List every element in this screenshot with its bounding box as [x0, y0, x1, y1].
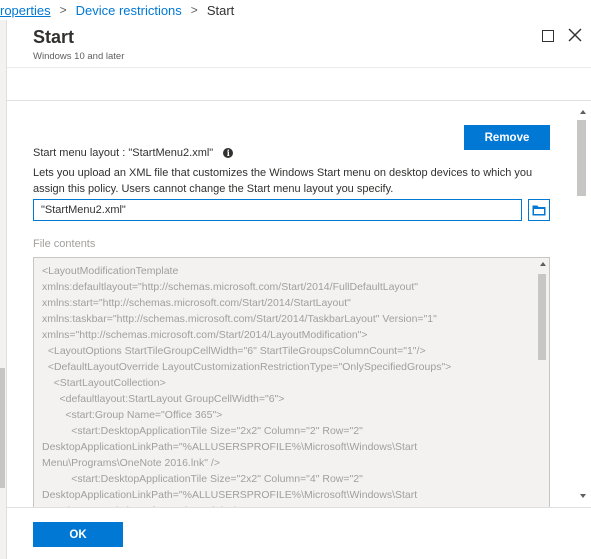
scroll-up-icon[interactable] [580, 110, 586, 114]
blade-content: Start menu layout : "StartMenu2.xml" i R… [7, 101, 591, 507]
maximize-icon[interactable] [542, 30, 554, 42]
file-contents-textarea[interactable]: <LayoutModificationTemplate xmlns:defaul… [33, 257, 550, 507]
blade-title: Start [33, 27, 75, 47]
footer-divider [7, 507, 591, 508]
header-divider [7, 67, 591, 68]
breadcrumb-separator: > [190, 3, 198, 17]
blade-subtitle: Windows 10 and later [33, 51, 125, 62]
ok-button[interactable]: OK [33, 522, 123, 547]
breadcrumb: roperties > Device restrictions > Start [0, 0, 591, 20]
breadcrumb-link-device-restrictions[interactable]: Device restrictions [76, 3, 182, 18]
close-icon[interactable] [567, 27, 583, 43]
breadcrumb-link-properties[interactable]: roperties [0, 3, 51, 18]
start-menu-description: Lets you upload an XML file that customi… [33, 167, 533, 195]
scroll-up-icon[interactable] [540, 262, 546, 266]
file-contents-label: File contents [33, 238, 96, 250]
start-menu-layout-row: Start menu layout : "StartMenu2.xml" i [33, 147, 234, 159]
info-icon[interactable]: i [223, 148, 234, 158]
start-menu-layout-label: Start menu layout : "StartMenu2.xml" [33, 147, 214, 159]
blade-header: Start Windows 10 and later [7, 20, 591, 68]
file-contents-text: <LayoutModificationTemplate xmlns:defaul… [42, 265, 452, 507]
remove-button[interactable]: Remove [464, 125, 550, 150]
file-contents-scrollbar-thumb[interactable] [538, 274, 546, 360]
start-blade: Start Windows 10 and later Start menu la… [6, 20, 591, 559]
file-contents-scrollbar[interactable] [535, 258, 549, 507]
breadcrumb-current: Start [206, 2, 235, 18]
background-scrollbar-thumb[interactable] [0, 368, 5, 488]
folder-icon [532, 205, 546, 216]
breadcrumb-separator: > [59, 3, 67, 17]
file-name-input[interactable]: "StartMenu2.xml" [33, 199, 522, 221]
scroll-down-icon[interactable] [580, 494, 586, 498]
blade-scrollbar-thumb[interactable] [577, 120, 586, 196]
browse-button[interactable] [528, 199, 550, 221]
